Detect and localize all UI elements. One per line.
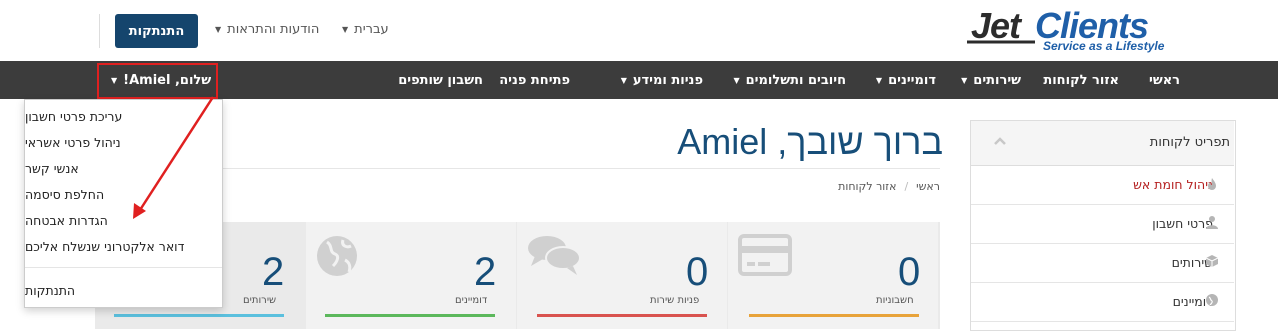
nav-home[interactable]: ראשי [1149, 61, 1180, 99]
comments-icon [528, 236, 581, 275]
caret-down-icon: ▼ [961, 75, 968, 85]
stat-invoices-value: 0 [898, 250, 921, 294]
nav-services-label: שירותים [973, 72, 1021, 88]
menu-item-logout[interactable]: התנתקות [25, 277, 222, 303]
highlight-box [97, 63, 218, 99]
nav-open-ticket-label: פתיחת פניה [499, 72, 570, 88]
menu-item-manage-credit-card[interactable]: ניהול פרטי אשראי [25, 129, 222, 155]
menu-item-change-password[interactable]: החלפת סיסמה [25, 181, 222, 207]
language-label: עברית [354, 22, 389, 37]
svg-text:Jet: Jet [971, 5, 1023, 46]
breadcrumb-current: אזור לקוחות [838, 180, 897, 193]
stat-services-label: שירותים [243, 295, 277, 306]
stat-invoices-bar [749, 314, 919, 317]
nav-affiliates-label: חשבון שותפים [398, 72, 483, 88]
page-title: ברוך שובך, Amiel [677, 121, 943, 162]
logout-button[interactable]: התנתקות [115, 14, 198, 48]
nav-client-area-label: אזור לקוחות [1043, 72, 1119, 88]
fire-icon [1208, 178, 1216, 190]
nav-domains[interactable]: דומיינים ▼ [876, 61, 936, 99]
stat-domains-bar [325, 314, 495, 317]
svg-text:Service as a Lifestyle: Service as a Lifestyle [1043, 39, 1165, 53]
caret-down-icon: ▼ [620, 75, 627, 85]
nav-client-area[interactable]: אזור לקוחות [1043, 61, 1119, 99]
nav-domains-label: דומיינים [888, 72, 936, 88]
header-divider [99, 14, 100, 48]
caret-down-icon: ▼ [733, 75, 740, 85]
menu-item-security-settings[interactable]: הגדרות אבטחה [25, 207, 222, 233]
globe-icon [1206, 294, 1218, 306]
nav-billing[interactable]: חיובים ותשלומים ▼ [733, 61, 846, 99]
caret-down-icon: ▼ [875, 75, 883, 85]
account-dropdown-menu: עריכת פרטי חשבון ניהול פרטי אשראי אנשי ק… [24, 99, 223, 308]
user-icon [1206, 216, 1218, 229]
client-menu-title: תפריט לקוחות [1149, 135, 1230, 150]
stat-services-bar [114, 314, 284, 317]
sidebar-item-label: ניהול חומת אש [1133, 177, 1213, 192]
notifications-menu[interactable]: הודעות והתראות ▼ [215, 22, 319, 37]
nav-billing-label: חיובים ותשלומים [745, 72, 846, 88]
menu-divider [25, 267, 222, 268]
cube-icon [1205, 255, 1219, 267]
nav-support-label: פניות ומידע [632, 72, 703, 88]
credit-card-icon [738, 234, 792, 276]
stat-domains-label: דומיינים [455, 295, 488, 306]
nav-support[interactable]: פניות ומידע ▼ [621, 61, 703, 99]
stat-tickets-value: 0 [686, 250, 709, 294]
caret-down-icon: ▼ [215, 25, 222, 34]
menu-item-contacts[interactable]: אנשי קשר [25, 155, 222, 181]
menu-item-edit-account[interactable]: עריכת פרטי חשבון [25, 103, 222, 129]
menu-item-email-history[interactable]: דואר אלקטרוני שנשלח אליכם [25, 233, 222, 259]
caret-down-icon: ▼ [342, 25, 349, 34]
chevron-up-icon[interactable] [992, 133, 1008, 149]
breadcrumb-separator: / [904, 180, 909, 193]
language-selector[interactable]: עברית ▼ [342, 22, 389, 37]
nav-home-label: ראשי [1149, 72, 1180, 88]
title-divider [220, 168, 940, 169]
notifications-label: הודעות והתראות [227, 22, 320, 37]
stat-domains-value: 2 [474, 250, 497, 294]
breadcrumb-home[interactable]: ראשי [916, 180, 940, 193]
jetclients-logo[interactable]: Jet Clients Service as a Lifestyle [965, 4, 1225, 54]
stat-invoices-label: חשבוניות [876, 295, 914, 306]
sidebar-item-label: פרטי חשבון [1152, 216, 1213, 231]
breadcrumb: ראשי / אזור לקוחות [838, 180, 940, 193]
globe-icon [317, 236, 357, 276]
stat-tickets-bar [537, 314, 707, 317]
stat-services-value: 2 [262, 250, 285, 294]
stat-tickets-label: פניות שירות [650, 295, 700, 306]
nav-affiliates[interactable]: חשבון שותפים [398, 61, 483, 99]
nav-open-ticket[interactable]: פתיחת פניה [499, 61, 570, 99]
nav-services[interactable]: שירותים ▼ [961, 61, 1021, 99]
